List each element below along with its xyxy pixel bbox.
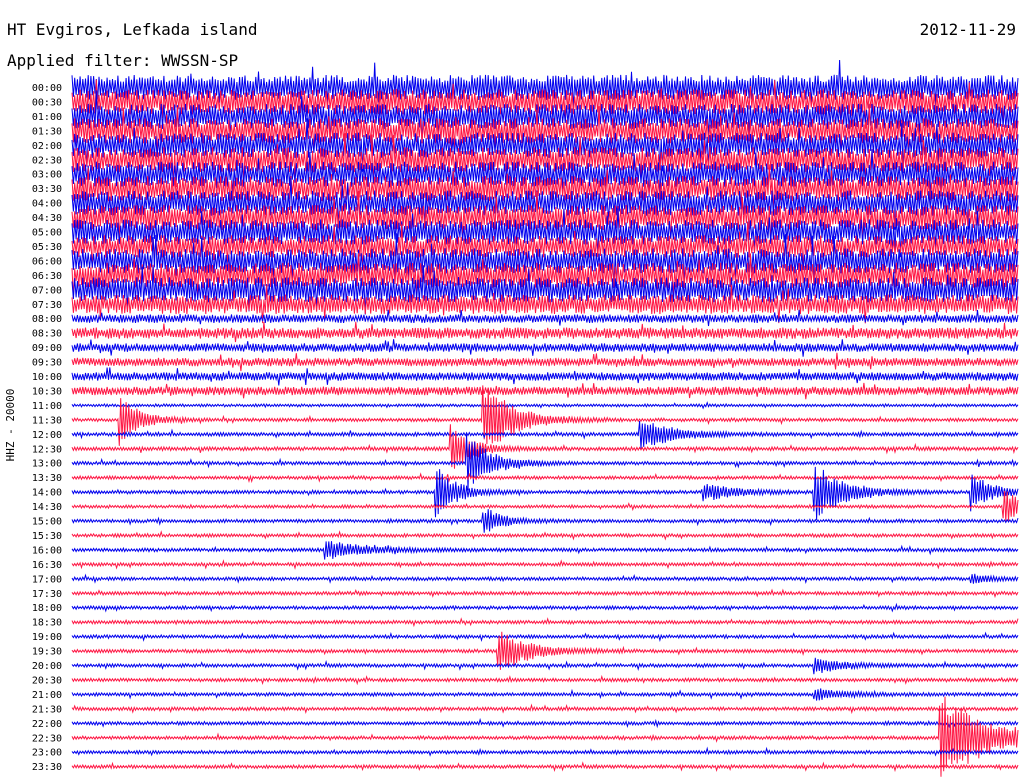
row-label: 14:00 xyxy=(32,488,62,499)
trace-group xyxy=(71,60,1019,777)
row-label: 13:00 xyxy=(32,459,62,470)
trace-row xyxy=(71,631,1019,643)
trace-row xyxy=(71,688,1019,701)
row-label: 21:00 xyxy=(32,690,62,701)
row-label: 12:00 xyxy=(32,430,62,441)
row-label: 16:00 xyxy=(32,545,62,556)
row-label: 03:30 xyxy=(32,184,62,195)
trace-row xyxy=(71,617,1019,628)
row-label: 14:30 xyxy=(32,502,62,513)
trace-row xyxy=(71,367,1019,386)
trace-row xyxy=(71,657,1019,675)
trace-row xyxy=(71,559,1019,570)
trace-row xyxy=(71,339,1019,357)
row-label: 08:30 xyxy=(32,329,62,340)
trace-row xyxy=(71,466,1019,521)
trace-row xyxy=(71,674,1019,686)
row-label: 15:30 xyxy=(32,531,62,542)
trace-row xyxy=(71,434,1019,491)
row-label: 18:30 xyxy=(32,618,62,629)
row-label: 08:00 xyxy=(32,314,62,325)
row-label: 06:30 xyxy=(32,271,62,282)
channel-label: HHZ - 20000 xyxy=(4,389,17,462)
row-label: 20:30 xyxy=(32,675,62,686)
trace-row xyxy=(71,761,1019,773)
row-label: 07:30 xyxy=(32,300,62,311)
row-label: 09:30 xyxy=(32,358,62,369)
row-label: 19:30 xyxy=(32,647,62,658)
row-time-labels: 00:00 00:30 01:00 01:30 02:00 02:30 03:00 03:30… xyxy=(32,83,62,773)
trace-row xyxy=(71,472,1019,484)
trace-row xyxy=(71,490,1019,522)
row-label: 17:30 xyxy=(32,589,62,600)
trace-row xyxy=(71,573,1019,584)
row-label: 23:30 xyxy=(32,762,62,773)
row-label: 06:00 xyxy=(32,256,62,267)
row-label: 11:30 xyxy=(32,415,62,426)
row-label: 01:00 xyxy=(32,112,62,123)
trace-row xyxy=(71,541,1019,560)
trace-row xyxy=(71,309,1019,327)
trace-row xyxy=(71,588,1019,599)
row-label: 00:30 xyxy=(32,97,62,108)
trace-row xyxy=(71,382,1019,400)
row-label: 05:30 xyxy=(32,242,62,253)
trace-row xyxy=(71,321,1019,343)
row-label: 22:00 xyxy=(32,719,62,730)
trace-row xyxy=(71,284,1019,324)
row-label: 20:00 xyxy=(32,661,62,672)
trace-row xyxy=(71,746,1019,757)
trace-row xyxy=(71,602,1019,613)
row-label: 04:30 xyxy=(32,213,62,224)
row-label: 07:00 xyxy=(32,285,62,296)
row-label: 12:30 xyxy=(32,444,62,455)
trace-row xyxy=(71,530,1019,541)
row-label: 18:00 xyxy=(32,603,62,614)
trace-row xyxy=(71,420,1019,449)
row-label: 04:00 xyxy=(32,199,62,210)
row-label: 09:00 xyxy=(32,343,62,354)
row-label: 13:30 xyxy=(32,473,62,484)
trace-row xyxy=(71,717,1019,729)
helicorder-plot: 00:00 00:30 01:00 01:30 02:00 02:30 03:00 03:30… xyxy=(4,60,1019,777)
trace-row xyxy=(71,352,1019,372)
row-label: 23:00 xyxy=(32,748,62,759)
row-label: 02:00 xyxy=(32,141,62,152)
trace-row xyxy=(71,509,1019,533)
row-label: 17:00 xyxy=(32,574,62,585)
trace-row xyxy=(71,696,1019,777)
row-label: 05:00 xyxy=(32,228,62,239)
row-label: 10:30 xyxy=(32,386,62,397)
row-label: 00:00 xyxy=(32,83,62,94)
row-label: 16:30 xyxy=(32,560,62,571)
row-label: 10:00 xyxy=(32,372,62,383)
row-label: 11:00 xyxy=(32,401,62,412)
row-label: 19:00 xyxy=(32,632,62,643)
trace-row xyxy=(71,401,1019,410)
row-label: 22:30 xyxy=(32,733,62,744)
row-label: 02:30 xyxy=(32,155,62,166)
trace-row xyxy=(71,703,1019,715)
row-label: 01:30 xyxy=(32,126,62,137)
row-label: 15:00 xyxy=(32,517,62,528)
row-label: 03:00 xyxy=(32,170,62,181)
row-label: 21:30 xyxy=(32,704,62,715)
